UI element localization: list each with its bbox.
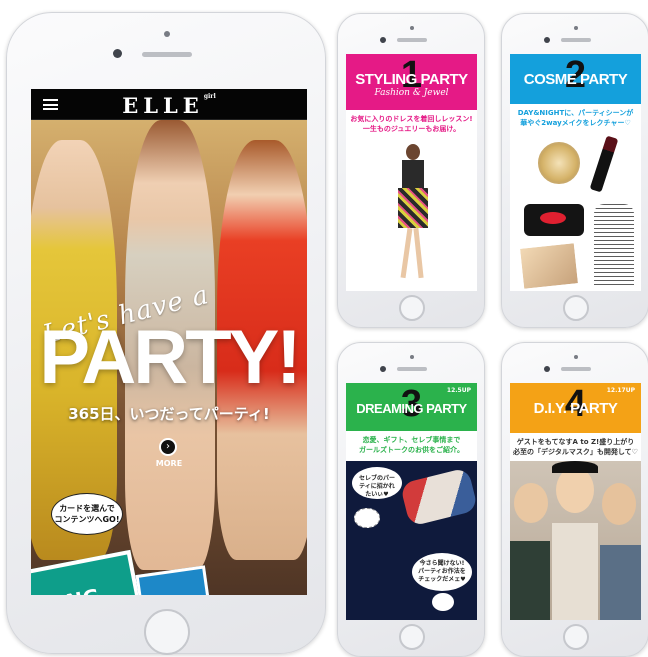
card-screen-1[interactable]: 1 STYLING PARTY Fashion & Jewel お気に入りのドレ… — [346, 54, 477, 291]
lounging-figure — [399, 467, 477, 527]
front-sensor — [574, 355, 578, 359]
card-desc-1: 恋愛、ギフト、セレブ事情まで — [362, 436, 461, 444]
earpiece-speaker — [397, 367, 427, 371]
card-header: 1 STYLING PARTY Fashion & Jewel — [346, 54, 477, 110]
card-phone-3: 12.5UP 3 DREAMING PARTY 恋愛、ギフト、セレブ事情まで ガ… — [337, 342, 485, 657]
card-title: DREAMING PARTY — [356, 401, 467, 416]
front-camera — [544, 366, 550, 372]
card-script: Fashion & Jewel — [374, 88, 449, 98]
card-desc-1: お気に入りのドレスを着回しレッスン! — [350, 115, 473, 123]
card-desc-1: ゲストをもてなすA to Z!盛り上がり — [516, 438, 635, 446]
card-header: 12.5UP 3 DREAMING PARTY — [346, 383, 477, 431]
more-arrow-icon[interactable]: › — [159, 438, 177, 456]
card-screen-3[interactable]: 12.5UP 3 DREAMING PARTY 恋愛、ギフト、セレブ事情まで ガ… — [346, 383, 477, 620]
illustration-figure — [594, 204, 634, 288]
card-phone-4: 12.17UP 4 D.I.Y. PARTY ゲストをもてなすA to Z!盛り… — [501, 342, 648, 657]
compact-powder — [538, 142, 580, 184]
card-desc-2: 華やぐ2wayメイクをレクチャー♡ — [520, 119, 631, 127]
logo-sub: girl — [203, 93, 216, 100]
earpiece-speaker — [561, 38, 591, 42]
card-title: COSME PARTY — [523, 71, 628, 88]
front-sensor — [410, 26, 414, 30]
front-sensor — [574, 26, 578, 30]
photo-collage — [517, 241, 581, 291]
front-camera — [380, 366, 386, 372]
card-desc-2: ガールズトークのお供をご紹介。 — [359, 446, 464, 454]
bubble-line-2: コンテンツへGO! — [54, 515, 120, 524]
front-camera — [113, 49, 122, 58]
more-link[interactable]: MORE — [31, 459, 307, 468]
sheep-icon-2 — [432, 593, 454, 611]
earpiece-speaker — [561, 367, 591, 371]
card-desc: DAY&NIGHTに、パーティシーンが 華やぐ2wayメイクをレクチャー♡ — [510, 108, 641, 128]
earpiece-speaker — [397, 38, 427, 42]
home-button[interactable] — [399, 624, 425, 650]
main-phone: ELLEgirl Let's have a PARTY! 365日、いつだってパ… — [6, 12, 326, 655]
lips-motif — [540, 212, 566, 224]
home-button[interactable] — [563, 624, 589, 650]
front-sensor — [164, 31, 170, 37]
hero-subhead: 365日、いつだってパーティ! — [68, 405, 270, 423]
bubble-line-1: カードを選んで — [59, 504, 115, 513]
card-desc: 恋愛、ギフト、セレブ事情まで ガールズトークのお供をご紹介。 — [346, 435, 477, 455]
front-sensor — [410, 355, 414, 359]
logo-text: ELLE — [122, 93, 204, 118]
card-desc: ゲストをもてなすA to Z!盛り上がり 必至の「デジタルマスク」も開発して♡ — [510, 437, 641, 457]
main-screen: ELLEgirl Let's have a PARTY! 365日、いつだってパ… — [31, 89, 307, 595]
home-button[interactable] — [399, 295, 425, 321]
card-screen-2[interactable]: 2 COSME PARTY DAY&NIGHTに、パーティシーンが 華やぐ2wa… — [510, 54, 641, 291]
speech-bubble: カードを選んで コンテンツへGO! — [51, 493, 123, 535]
home-button[interactable] — [563, 295, 589, 321]
card-header: 2 COSME PARTY — [510, 54, 641, 104]
group-photo — [510, 461, 641, 620]
app-header: ELLEgirl — [31, 89, 307, 120]
lipstick — [589, 135, 619, 193]
card-header: 12.17UP 4 D.I.Y. PARTY — [510, 383, 641, 433]
card-phone-2: 2 COSME PARTY DAY&NIGHTに、パーティシーンが 華やぐ2wa… — [501, 13, 648, 328]
card-title: STYLING PARTY — [355, 71, 468, 88]
speech-bubble-2: 今さら聞けない!パーティお作法をチェックだメェ♥ — [412, 553, 472, 591]
hero-photo: Let's have a PARTY! 365日、いつだってパーティ! › MO… — [31, 120, 307, 595]
hero-headline: PARTY! — [39, 315, 301, 400]
model-figure — [396, 144, 430, 284]
home-button[interactable] — [144, 609, 190, 655]
front-camera — [380, 37, 386, 43]
card-title: D.I.Y. PARTY — [533, 400, 618, 417]
speech-bubble-1: セレブのパーティに招かれたいぃ♥ — [352, 467, 402, 499]
card-desc-1: DAY&NIGHTに、パーティシーンが — [517, 109, 634, 117]
card-desc-2: 必至の「デジタルマスク」も開発して♡ — [513, 448, 638, 456]
card-desc-2: 一生ものジュエリーもお届け。 — [362, 125, 461, 133]
front-camera — [544, 37, 550, 43]
sheep-icon — [354, 508, 380, 528]
card-screen-4[interactable]: 12.17UP 4 D.I.Y. PARTY ゲストをもてなすA to Z!盛り… — [510, 383, 641, 620]
card-phone-1: 1 STYLING PARTY Fashion & Jewel お気に入りのドレ… — [337, 13, 485, 328]
earpiece-speaker — [142, 52, 192, 57]
elle-logo[interactable]: ELLEgirl — [31, 93, 307, 118]
card-desc: お気に入りのドレスを着回しレッスン! 一生ものジュエリーもお届け。 — [346, 114, 477, 134]
